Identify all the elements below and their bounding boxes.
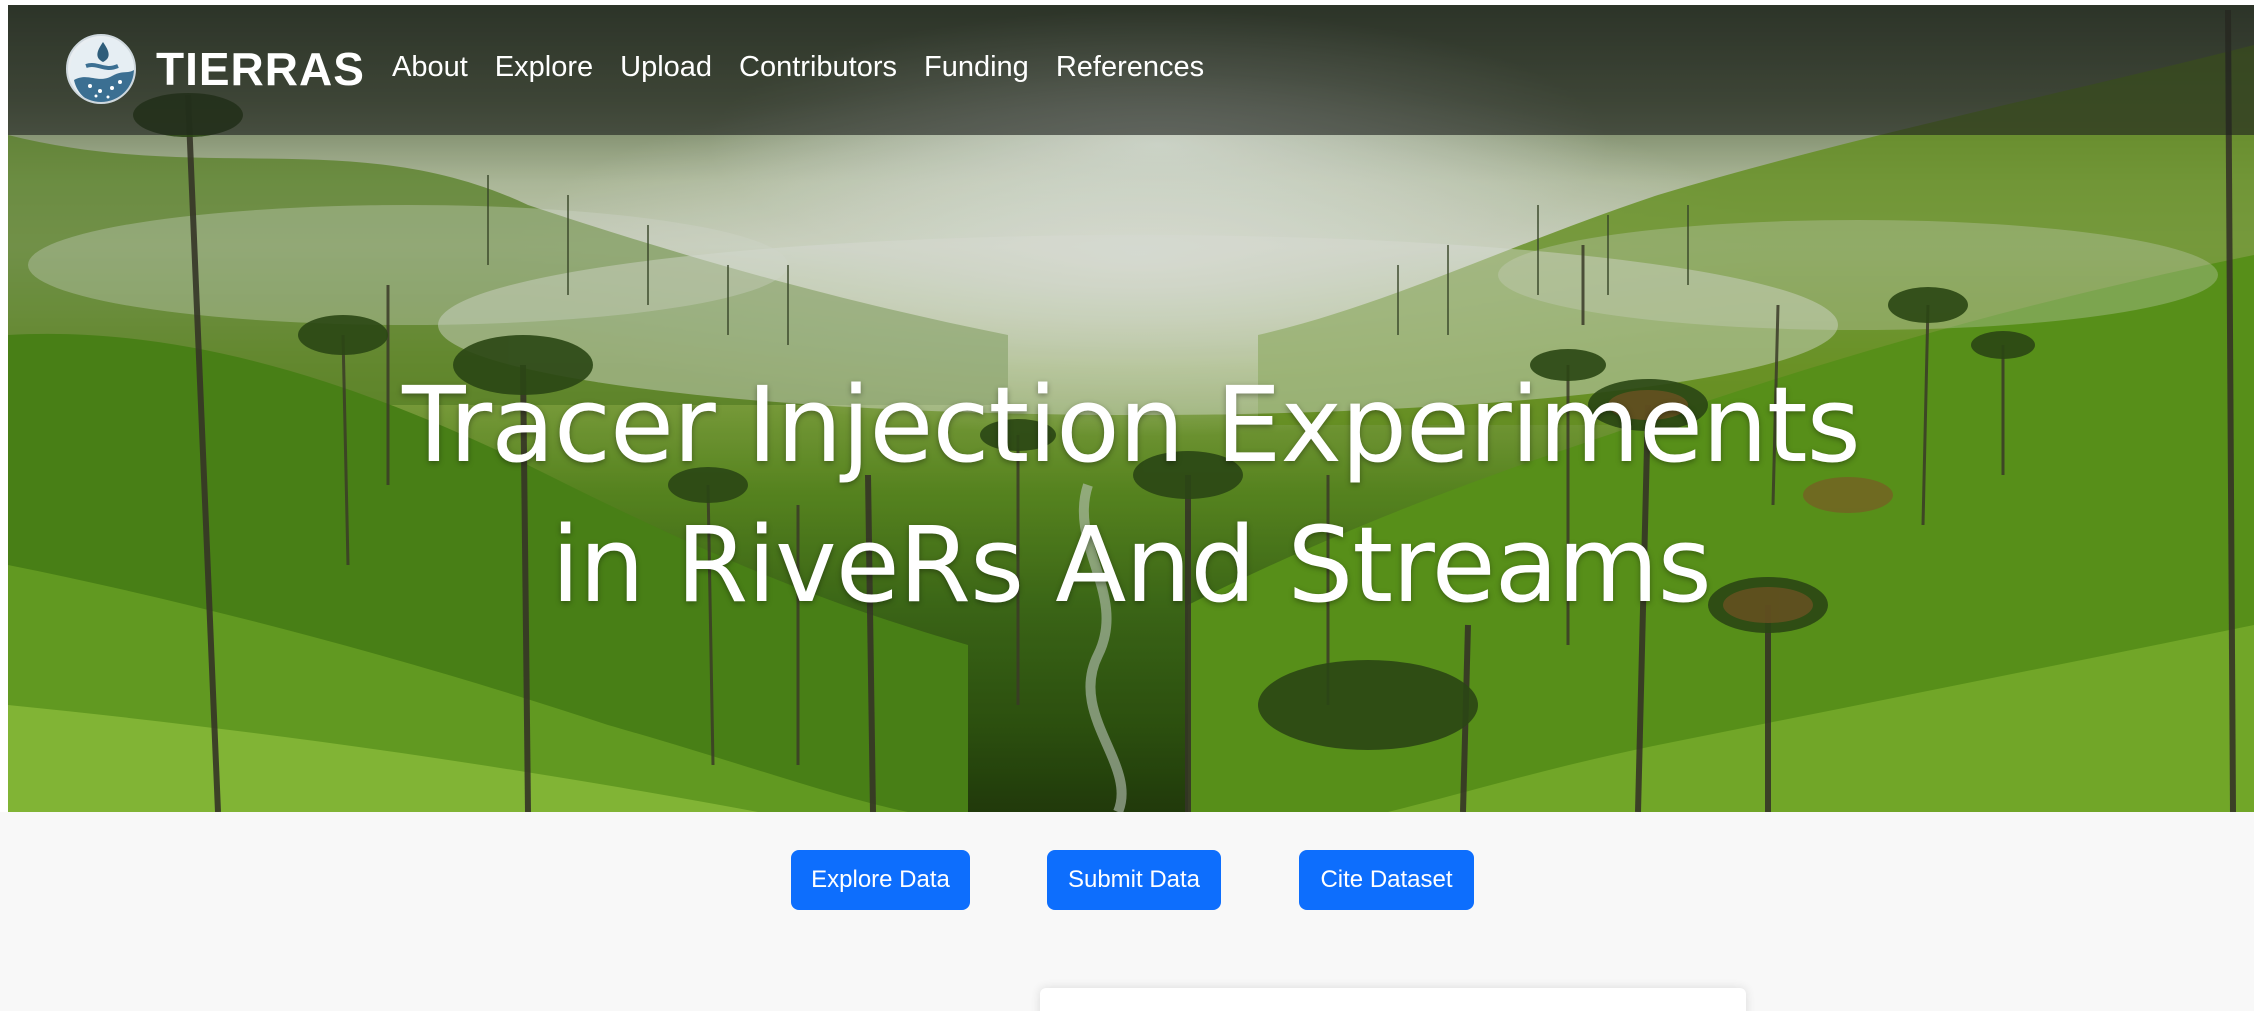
top-navbar: TIERRAS About Explore Upload Contributor… — [8, 5, 2254, 135]
right-edge — [2254, 0, 2267, 1011]
hero-title: Tracer Injection Experiments in RiveRs A… — [8, 355, 2254, 635]
nav-item-explore[interactable]: Explore — [495, 51, 593, 84]
nav-item-references[interactable]: References — [1056, 51, 1204, 84]
brand[interactable]: TIERRAS — [66, 34, 365, 104]
explore-data-button[interactable]: Explore Data — [791, 850, 970, 910]
content-card — [1040, 988, 1746, 1011]
hero-title-line1: Tracer Injection Experiments — [402, 364, 1861, 486]
left-edge — [0, 0, 8, 812]
cite-dataset-button[interactable]: Cite Dataset — [1299, 850, 1474, 910]
river-drop-logo-icon — [66, 34, 136, 104]
main-nav: About Explore Upload Contributors Fundin… — [392, 51, 1231, 84]
nav-item-upload[interactable]: Upload — [620, 51, 712, 84]
hero-banner: TIERRAS About Explore Upload Contributor… — [8, 5, 2254, 812]
nav-item-contributors[interactable]: Contributors — [739, 51, 897, 84]
hero-title-line2: in RiveRs And Streams — [551, 504, 1712, 626]
submit-data-button[interactable]: Submit Data — [1047, 850, 1221, 910]
top-edge — [0, 0, 2267, 5]
nav-item-about[interactable]: About — [392, 51, 468, 84]
brand-name: TIERRAS — [156, 43, 365, 95]
nav-item-funding[interactable]: Funding — [924, 51, 1029, 84]
